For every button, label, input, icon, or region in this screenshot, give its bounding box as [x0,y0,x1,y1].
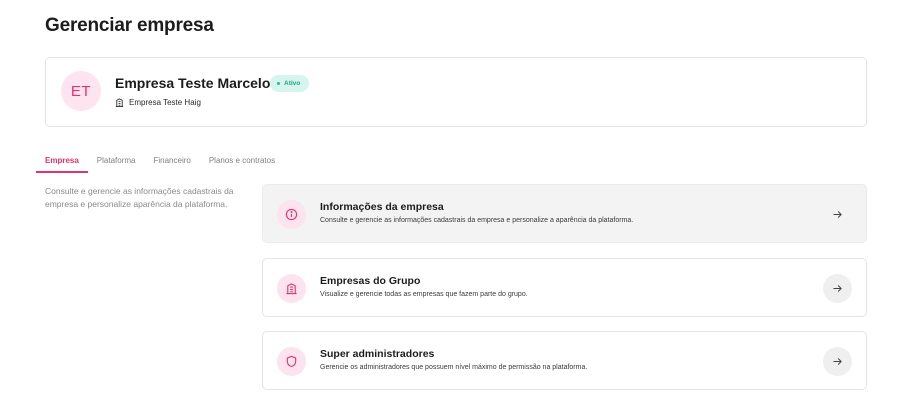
option-super-administradores[interactable]: Super administradores Gerencie os admini… [262,331,867,390]
building-icon [115,98,124,107]
tab-plataforma[interactable]: Plataforma [97,156,136,173]
option-title: Informações da empresa [320,201,444,213]
status-badge: Ativo [270,75,310,92]
option-title: Super administradores [320,348,435,360]
subcompany-name: Empresa Teste Haig [129,98,201,107]
option-description: Visualize e gerencie todas as empresas q… [320,291,528,298]
option-empresas-do-grupo[interactable]: Empresas do Grupo Visualize e gerencie t… [262,258,867,317]
tab-financeiro[interactable]: Financeiro [153,156,190,173]
building-icon [277,274,306,303]
section-description: Consulte e gerencie as informações cadas… [45,186,234,209]
page-title: Gerenciar empresa [45,15,214,36]
avatar: ET [61,71,101,111]
company-card: ET Empresa Teste Marcelo Ativo Empresa T… [45,57,867,127]
tab-bar: Empresa Plataforma Financeiro Planos e c… [36,156,293,173]
status-dot [277,82,280,85]
arrow-right-icon[interactable] [823,347,852,376]
tab-empresa[interactable]: Empresa [36,156,88,173]
option-title: Empresas do Grupo [320,275,421,287]
subcompany-row: Empresa Teste Haig [115,98,201,107]
option-informacoes-da-empresa[interactable]: Informações da empresa Consulte e gerenc… [262,184,867,243]
option-description: Gerencie os administradores que possuem … [320,364,588,371]
company-name: Empresa Teste Marcelo [115,75,271,91]
arrow-right-icon[interactable] [823,274,852,303]
info-icon [277,200,306,229]
tab-planos-e-contratos[interactable]: Planos e contratos [209,156,275,173]
shield-icon [277,347,306,376]
status-label: Ativo [284,80,301,87]
arrow-right-icon[interactable] [823,200,852,229]
option-description: Consulte e gerencie as informações cadas… [320,217,634,224]
